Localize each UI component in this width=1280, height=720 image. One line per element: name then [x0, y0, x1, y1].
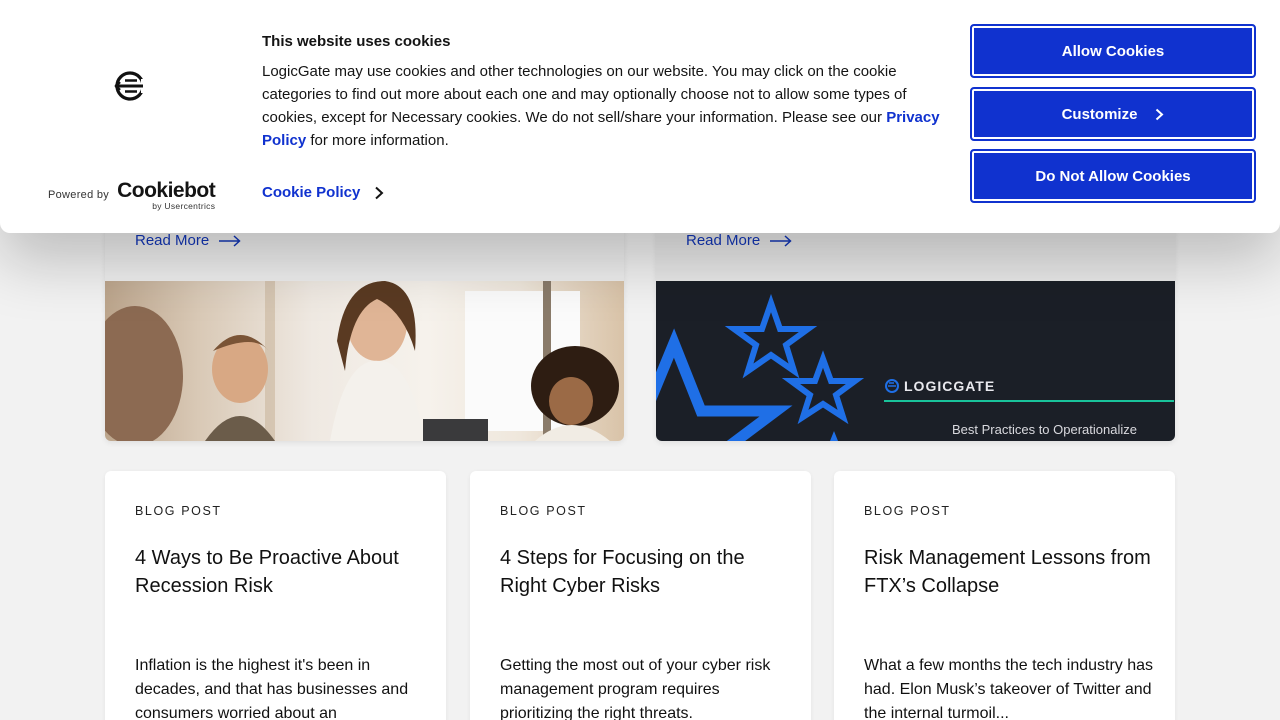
- chevron-right-icon: [375, 186, 384, 199]
- blog-card[interactable]: BLOG POST Risk Management Lessons from F…: [834, 471, 1175, 720]
- post-title[interactable]: 4 Ways to Be Proactive About Recession R…: [135, 544, 425, 600]
- post-title[interactable]: Risk Management Lessons from FTX’s Colla…: [864, 544, 1154, 600]
- logicgate-mark-icon: [885, 379, 899, 393]
- cookie-body-text-end: for more information.: [306, 132, 449, 149]
- post-type-label: BLOG POST: [500, 504, 587, 518]
- image-brand-text: LOGICGATE: [904, 378, 996, 394]
- featured-image-best-practices: LOGICGATE Best Practices to Operationali…: [656, 281, 1175, 441]
- cookiebot-logo: Cookiebot by Usercentrics: [117, 179, 216, 211]
- post-excerpt: What a few months the tech industry has …: [864, 657, 1154, 720]
- team-photo-illustration: [105, 281, 619, 441]
- customize-cookies-button[interactable]: Customize: [970, 87, 1256, 141]
- customize-label: Customize: [1061, 105, 1138, 123]
- post-excerpt: Getting the most out of your cyber risk …: [500, 657, 771, 720]
- stars-graphic: [656, 293, 1174, 441]
- post-title[interactable]: 4 Steps for Focusing on the Right Cyber …: [500, 544, 790, 600]
- logicgate-logo-icon: [114, 71, 147, 101]
- allow-cookies-button[interactable]: Allow Cookies: [970, 24, 1256, 78]
- cookiebot-sub: by Usercentrics: [152, 201, 216, 211]
- read-more-link[interactable]: Read More: [135, 232, 241, 249]
- cookie-policy-link[interactable]: Cookie Policy: [262, 184, 384, 201]
- cookie-policy-label: Cookie Policy: [262, 184, 361, 201]
- image-caption-text: Best Practices to Operationalize: [952, 422, 1137, 437]
- deny-cookies-button[interactable]: Do Not Allow Cookies: [970, 149, 1256, 203]
- powered-by-label: Powered by: [48, 189, 110, 202]
- arrow-right-icon: [770, 234, 792, 247]
- allow-cookies-label: Allow Cookies: [1061, 42, 1165, 60]
- post-excerpt: Inflation is the highest it's been in de…: [135, 657, 409, 720]
- cookie-banner-heading: This website uses cookies: [262, 33, 451, 50]
- blog-card[interactable]: BLOG POST 4 Ways to Be Proactive About R…: [105, 471, 446, 720]
- arrow-right-icon: [219, 234, 241, 247]
- read-more-label: Read More: [686, 232, 761, 249]
- post-type-label: BLOG POST: [135, 504, 222, 518]
- deny-cookies-label: Do Not Allow Cookies: [1035, 167, 1191, 185]
- featured-image-team-photo: [105, 281, 624, 441]
- blog-card[interactable]: BLOG POST 4 Steps for Focusing on the Ri…: [470, 471, 811, 720]
- cookie-banner-body: LogicGate may use cookies and other tech…: [262, 60, 952, 152]
- read-more-link[interactable]: Read More: [686, 232, 792, 249]
- cookie-consent-banner: Powered by Cookiebot by Usercentrics Thi…: [0, 0, 1280, 233]
- cookiebot-name: Cookiebot: [117, 179, 216, 202]
- post-type-label: BLOG POST: [864, 504, 951, 518]
- cookie-body-text: LogicGate may use cookies and other tech…: [262, 63, 907, 126]
- powered-by-cookiebot[interactable]: Powered by Cookiebot by Usercentrics: [48, 179, 216, 211]
- read-more-label: Read More: [135, 232, 210, 249]
- chevron-right-icon: [1156, 108, 1164, 120]
